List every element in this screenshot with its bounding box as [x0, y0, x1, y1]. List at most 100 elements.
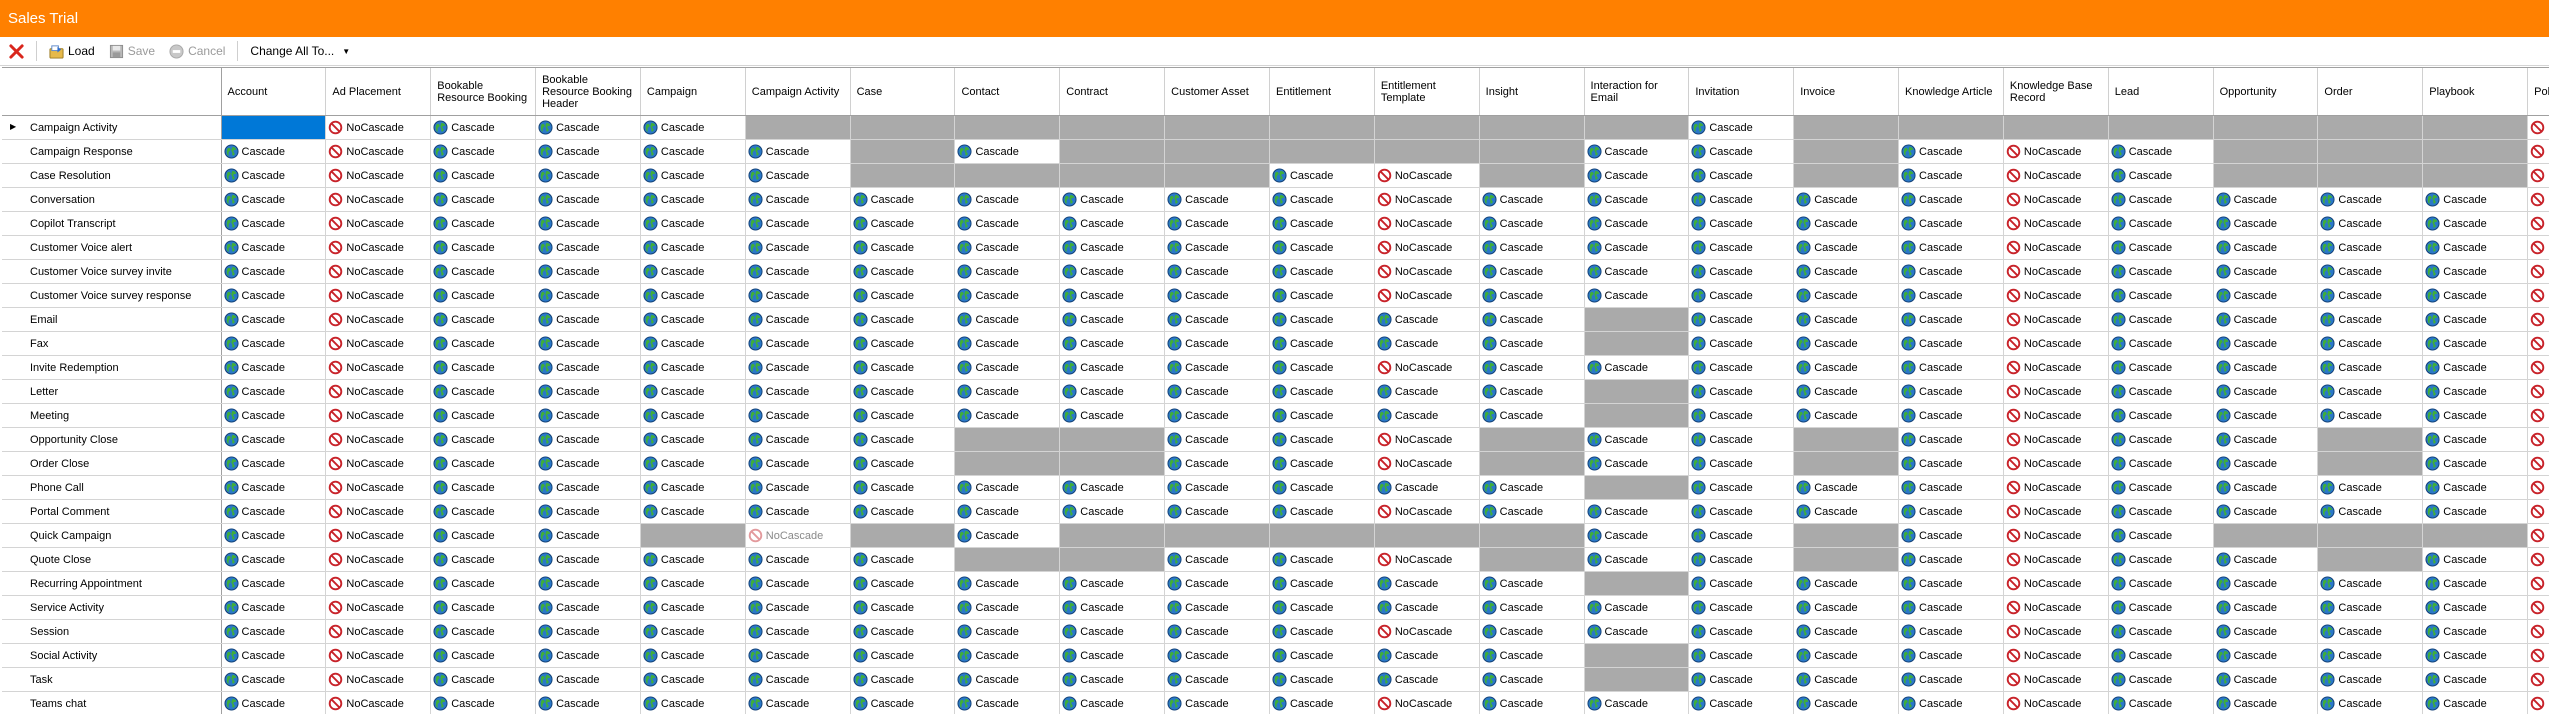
- cascade-cell[interactable]: Cascade: [850, 476, 955, 500]
- cascade-cell[interactable]: Cascade: [1060, 476, 1165, 500]
- cascade-cell[interactable]: Cascade: [2213, 404, 2318, 428]
- cascade-cell[interactable]: Cascade: [2423, 596, 2528, 620]
- cascade-cell[interactable]: Cascade: [1269, 572, 1374, 596]
- cascade-cell[interactable]: Cascade: [1269, 284, 1374, 308]
- cascade-cell[interactable]: Cascade: [1689, 668, 1794, 692]
- nocascade-cell[interactable]: NoCascade: [2528, 116, 2549, 140]
- column-header[interactable]: Order: [2318, 68, 2423, 116]
- nocascade-cell[interactable]: NoCascade: [1374, 212, 1479, 236]
- cascade-cell[interactable]: Cascade: [1794, 404, 1899, 428]
- cascade-cell[interactable]: Cascade: [2213, 428, 2318, 452]
- cascade-cell[interactable]: Cascade: [1479, 188, 1584, 212]
- cascade-cell[interactable]: Cascade: [221, 188, 326, 212]
- cascade-cell[interactable]: Cascade: [1689, 284, 1794, 308]
- cascade-cell[interactable]: Cascade: [1060, 596, 1165, 620]
- cascade-cell[interactable]: Cascade: [2213, 572, 2318, 596]
- nocascade-cell[interactable]: NoCascade: [2003, 692, 2108, 714]
- cascade-cell[interactable]: Cascade: [1269, 500, 1374, 524]
- cascade-cell[interactable]: Cascade: [1479, 284, 1584, 308]
- cascade-cell[interactable]: Cascade: [1060, 692, 1165, 714]
- cascade-cell[interactable]: Cascade: [221, 452, 326, 476]
- cascade-cell[interactable]: Cascade: [640, 284, 745, 308]
- cascade-cell[interactable]: Cascade: [221, 500, 326, 524]
- cascade-cell[interactable]: Cascade: [1689, 260, 1794, 284]
- nocascade-cell[interactable]: NoCascade: [1374, 284, 1479, 308]
- nocascade-cell[interactable]: NoCascade: [2003, 164, 2108, 188]
- cascade-cell[interactable]: Cascade: [221, 476, 326, 500]
- nocascade-cell[interactable]: NoCascade: [2528, 308, 2549, 332]
- cascade-cell[interactable]: Cascade: [1479, 212, 1584, 236]
- cascade-cell[interactable]: Cascade: [221, 692, 326, 714]
- cascade-cell[interactable]: Cascade: [1165, 188, 1270, 212]
- cascade-cell[interactable]: Cascade: [640, 572, 745, 596]
- nocascade-cell[interactable]: NoCascade: [326, 476, 431, 500]
- cascade-cell[interactable]: Cascade: [1060, 404, 1165, 428]
- column-header[interactable]: Knowledge Base Record: [2003, 68, 2108, 116]
- cascade-cell[interactable]: Cascade: [1165, 596, 1270, 620]
- cascade-cell[interactable]: Cascade: [850, 452, 955, 476]
- cascade-cell[interactable]: Cascade: [1374, 308, 1479, 332]
- row-header[interactable]: Teams chat: [2, 692, 221, 714]
- nocascade-cell[interactable]: NoCascade: [2528, 668, 2549, 692]
- cascade-cell[interactable]: Cascade: [2423, 332, 2528, 356]
- cascade-cell[interactable]: Cascade: [1060, 644, 1165, 668]
- cascade-cell[interactable]: Cascade: [1269, 476, 1374, 500]
- cascade-cell[interactable]: Cascade: [221, 428, 326, 452]
- cascade-cell[interactable]: Cascade: [2423, 188, 2528, 212]
- cascade-cell[interactable]: Cascade: [1899, 284, 2004, 308]
- cascade-cell[interactable]: Cascade: [850, 260, 955, 284]
- cascade-cell[interactable]: Cascade: [1165, 356, 1270, 380]
- cascade-cell[interactable]: Cascade: [1269, 164, 1374, 188]
- cascade-cell[interactable]: Cascade: [431, 212, 536, 236]
- cascade-cell[interactable]: Cascade: [955, 596, 1060, 620]
- cascade-cell[interactable]: Cascade: [536, 260, 641, 284]
- cascade-cell[interactable]: Cascade: [1689, 596, 1794, 620]
- row-header[interactable]: Customer Voice alert: [2, 236, 221, 260]
- cascade-cell[interactable]: Cascade: [431, 620, 536, 644]
- cascade-cell[interactable]: Cascade: [640, 668, 745, 692]
- cascade-cell[interactable]: Cascade: [1479, 500, 1584, 524]
- cascade-cell[interactable]: Cascade: [431, 692, 536, 714]
- cascade-cell[interactable]: Cascade: [431, 404, 536, 428]
- cascade-cell[interactable]: Cascade: [745, 164, 850, 188]
- cascade-cell[interactable]: Cascade: [2423, 284, 2528, 308]
- cascade-cell[interactable]: Cascade: [745, 500, 850, 524]
- cascade-cell[interactable]: Cascade: [2213, 500, 2318, 524]
- cascade-cell[interactable]: Cascade: [640, 596, 745, 620]
- nocascade-cell[interactable]: NoCascade: [326, 500, 431, 524]
- cascade-cell[interactable]: Cascade: [745, 452, 850, 476]
- cascade-cell[interactable]: Cascade: [1584, 212, 1689, 236]
- cascade-cell[interactable]: Cascade: [850, 380, 955, 404]
- cascade-cell[interactable]: Cascade: [1584, 620, 1689, 644]
- nocascade-cell[interactable]: NoCascade: [2528, 500, 2549, 524]
- nocascade-cell[interactable]: NoCascade: [2528, 380, 2549, 404]
- column-header[interactable]: Lead: [2108, 68, 2213, 116]
- cascade-cell[interactable]: Cascade: [1689, 212, 1794, 236]
- nocascade-cell[interactable]: NoCascade: [326, 644, 431, 668]
- cascade-cell[interactable]: Cascade: [955, 236, 1060, 260]
- cascade-cell[interactable]: Cascade: [2213, 596, 2318, 620]
- nocascade-cell[interactable]: NoCascade: [326, 668, 431, 692]
- cascade-cell[interactable]: Cascade: [955, 308, 1060, 332]
- cascade-cell[interactable]: Cascade: [536, 140, 641, 164]
- cascade-cell[interactable]: Cascade: [2213, 188, 2318, 212]
- cascade-cell[interactable]: Cascade: [221, 620, 326, 644]
- cascade-cell[interactable]: Cascade: [1269, 260, 1374, 284]
- cascade-cell[interactable]: Cascade: [431, 332, 536, 356]
- cascade-cell[interactable]: Cascade: [640, 476, 745, 500]
- cascade-cell[interactable]: Cascade: [1060, 212, 1165, 236]
- cascade-cell[interactable]: Cascade: [850, 500, 955, 524]
- row-header[interactable]: Recurring Appointment: [2, 572, 221, 596]
- cascade-cell[interactable]: Cascade: [1794, 236, 1899, 260]
- cascade-cell[interactable]: Cascade: [536, 452, 641, 476]
- cascade-cell[interactable]: Cascade: [1794, 668, 1899, 692]
- cascade-cell[interactable]: Cascade: [850, 572, 955, 596]
- cascade-cell[interactable]: Cascade: [1479, 692, 1584, 714]
- nocascade-cell[interactable]: NoCascade: [2003, 620, 2108, 644]
- cascade-cell[interactable]: Cascade: [431, 308, 536, 332]
- cascade-cell[interactable]: Cascade: [640, 380, 745, 404]
- nocascade-cell[interactable]: NoCascade: [326, 236, 431, 260]
- nocascade-cell[interactable]: NoCascade: [2003, 332, 2108, 356]
- column-header[interactable]: Bookable Resource Booking Header: [536, 68, 641, 116]
- cascade-cell[interactable]: Cascade: [1689, 476, 1794, 500]
